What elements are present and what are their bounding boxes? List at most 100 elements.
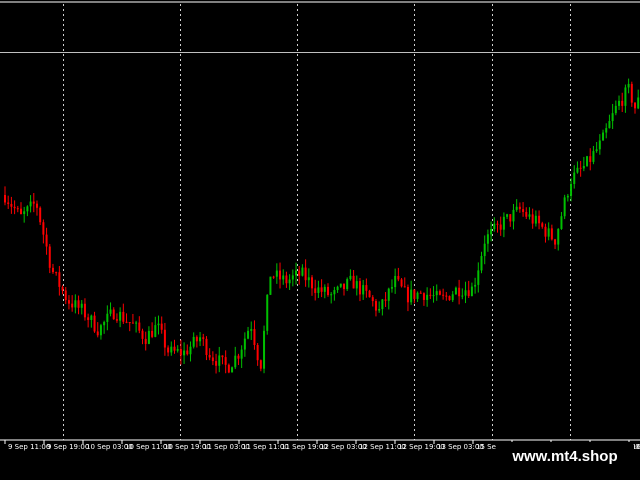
candle-body: [563, 197, 566, 217]
candle-body: [355, 281, 358, 289]
candle-body: [579, 167, 582, 169]
candle-body: [135, 322, 138, 324]
candle-body: [157, 323, 160, 326]
candle-body: [637, 97, 640, 109]
candle-body: [61, 286, 64, 291]
candle-body: [35, 203, 38, 208]
candle-body: [189, 346, 192, 355]
candle-body: [413, 289, 416, 299]
candle-body: [167, 347, 170, 353]
candle-body: [406, 287, 409, 303]
candle-body: [605, 128, 608, 133]
candle-body: [282, 275, 285, 280]
candle-body: [512, 209, 515, 222]
candle-body: [218, 355, 221, 366]
candle-body: [87, 317, 90, 320]
candle-body: [589, 156, 592, 162]
candle-body: [215, 361, 218, 366]
candle-body: [496, 223, 499, 225]
candle-body: [509, 214, 512, 222]
candle-body: [224, 357, 227, 365]
candle-body: [506, 214, 509, 217]
candle-body: [624, 87, 627, 106]
candle-body: [90, 315, 93, 320]
candle-body: [621, 100, 624, 106]
candle-body: [288, 279, 291, 284]
candle-body: [461, 295, 464, 297]
candle-body: [534, 215, 537, 224]
candle-body: [96, 331, 99, 336]
candle-body: [547, 228, 550, 237]
candle-body: [614, 105, 617, 114]
candle-body: [346, 279, 349, 290]
candle-body: [362, 285, 365, 295]
candle-body: [566, 195, 569, 198]
candle-body: [525, 211, 528, 217]
candle-body: [250, 329, 253, 331]
candle-body: [458, 287, 461, 297]
candle-body: [4, 195, 6, 203]
candle-body: [454, 287, 457, 295]
candle-body: [518, 206, 521, 210]
candle-body: [515, 206, 518, 210]
candle-body: [528, 214, 531, 217]
candle-body: [176, 349, 179, 351]
candle-body: [154, 325, 157, 337]
candle-body: [272, 276, 275, 278]
candle-body: [291, 275, 294, 280]
candle-body: [263, 330, 266, 369]
candle-body: [304, 267, 307, 281]
candle-body: [470, 286, 473, 297]
candle-body: [538, 215, 541, 224]
candle-body: [39, 207, 42, 223]
candle-body: [323, 286, 326, 292]
candle-body: [490, 229, 493, 235]
candle-body: [131, 322, 134, 324]
candle-body: [381, 299, 384, 310]
candle-body: [42, 222, 45, 235]
candle-body: [467, 290, 470, 297]
chart-background: [0, 0, 640, 480]
candle-body: [419, 292, 422, 294]
candle-body: [416, 292, 419, 299]
candle-body: [247, 330, 250, 339]
candle-body: [349, 275, 352, 280]
candle-body: [221, 355, 224, 358]
candle-body: [544, 226, 547, 237]
candle-body: [630, 83, 633, 103]
candle-body: [253, 329, 256, 345]
candle-body: [326, 286, 329, 296]
candle-body: [74, 300, 77, 308]
candle-body: [83, 303, 86, 318]
candle-body: [285, 275, 288, 284]
candle-body: [93, 315, 96, 332]
candle-body: [410, 289, 413, 303]
candle-body: [499, 224, 502, 230]
candle-body: [451, 294, 454, 301]
candle-body: [51, 267, 54, 273]
candle-body: [314, 288, 317, 293]
candle-body: [279, 270, 282, 280]
candle-body: [445, 295, 448, 297]
candle-body: [384, 299, 387, 301]
candle-body: [320, 287, 323, 292]
candle-body: [103, 321, 106, 326]
candle-body: [259, 360, 262, 369]
candle-body: [438, 291, 441, 295]
candle-body: [483, 243, 486, 257]
x-tick-label: 9 Sep 19:00: [47, 443, 89, 451]
candle-body: [387, 288, 390, 301]
candle-body: [128, 322, 131, 324]
candle-body: [464, 290, 467, 296]
candle-body: [390, 287, 393, 289]
candle-body: [19, 208, 22, 215]
candle-body: [231, 367, 234, 373]
candle-body: [550, 228, 553, 240]
candle-body: [560, 216, 563, 229]
price-chart: 9 Sep 11:009 Sep 19:0010 Sep 03:0010 Sep…: [0, 0, 640, 480]
candle-body: [7, 202, 10, 204]
candle-body: [435, 291, 438, 296]
candle-body: [106, 313, 109, 322]
candle-body: [144, 338, 147, 344]
candle-body: [179, 349, 182, 356]
